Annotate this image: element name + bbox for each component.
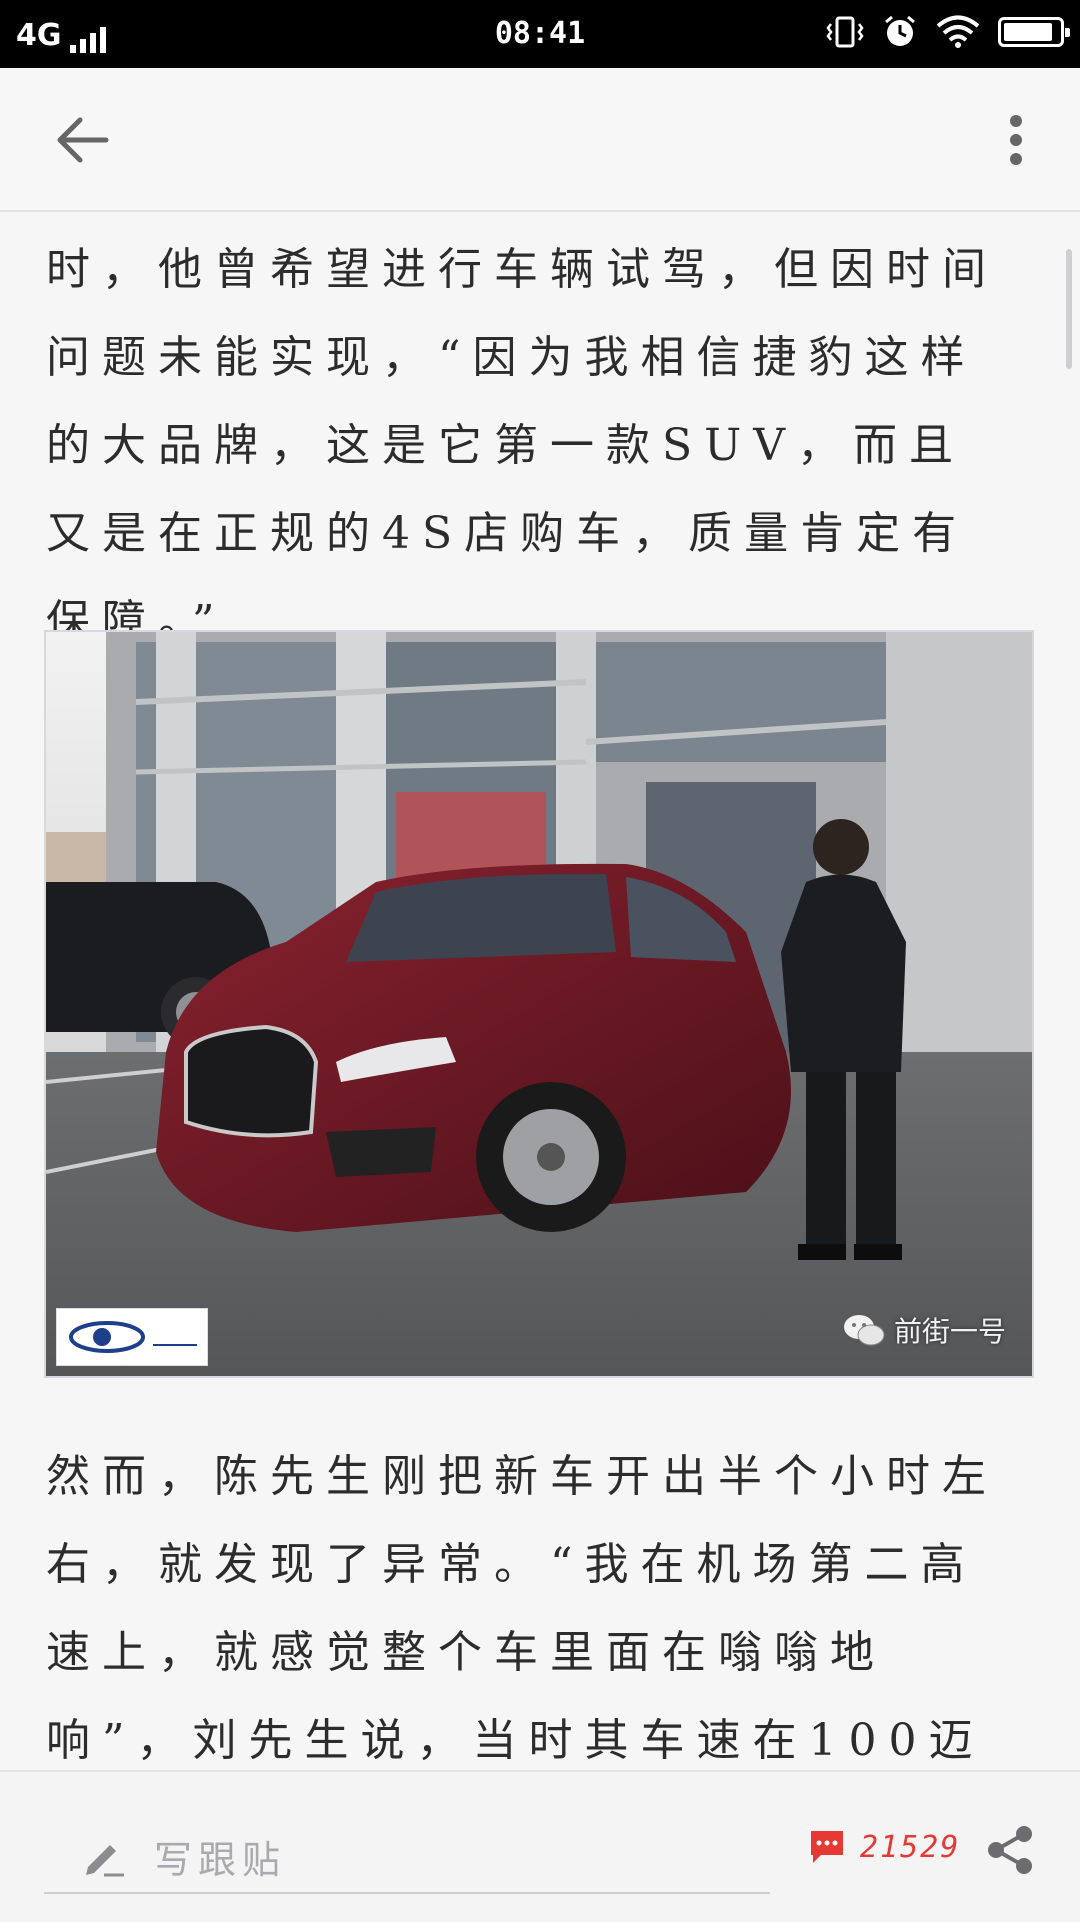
comments-button[interactable]: 21529: [808, 1828, 960, 1866]
share-icon: [988, 1826, 1032, 1874]
vibrate-icon: [826, 16, 864, 48]
share-button[interactable]: [980, 1820, 1040, 1880]
battery-icon: [998, 17, 1070, 47]
more-options-button[interactable]: [988, 112, 1044, 168]
photo-logo: [56, 1308, 208, 1366]
back-button[interactable]: [50, 112, 114, 168]
reply-input[interactable]: 写跟贴: [44, 1820, 770, 1894]
wechat-icon: [843, 1315, 885, 1346]
article-photo[interactable]: 前街一号: [44, 630, 1034, 1378]
wifi-icon: [936, 15, 980, 48]
eye-logo-icon: [69, 1321, 197, 1353]
pencil-icon: [86, 1845, 124, 1877]
status-icons: [826, 14, 1070, 50]
scrollbar-thumb[interactable]: [1066, 249, 1072, 369]
more-vertical-icon: [1010, 115, 1022, 165]
watermark-text: 前街一号: [893, 1315, 1006, 1348]
reply-placeholder: 写跟贴: [154, 1837, 287, 1882]
app-bar: [0, 68, 1080, 212]
car-dealership-photo: [46, 632, 1032, 1376]
comment-bubble-icon: [811, 1831, 843, 1863]
article-content[interactable]: 时，他曾希望进行车辆试驾，但因时间问题未能实现，“因为我相信捷豹这样的大品牌，这…: [0, 212, 1080, 1770]
bottom-bar: 写跟贴 21529: [0, 1770, 1080, 1922]
photo-watermark: 前街一号: [842, 1310, 1006, 1350]
article-paragraph: 时，他曾希望进行车辆试驾，但因时间问题未能实现，“因为我相信捷豹这样的大品牌，这…: [46, 244, 998, 647]
status-bar: 4G 08:41: [0, 0, 1080, 68]
alarm-icon: [885, 15, 915, 46]
arrow-left-icon: [57, 117, 109, 163]
article-paragraph: 然而，陈先生刚把新车开出半个小时左右，就发现了异常。“我在机场第二高速上，就感觉…: [46, 1451, 998, 1766]
comment-count: 21529: [860, 1829, 961, 1865]
